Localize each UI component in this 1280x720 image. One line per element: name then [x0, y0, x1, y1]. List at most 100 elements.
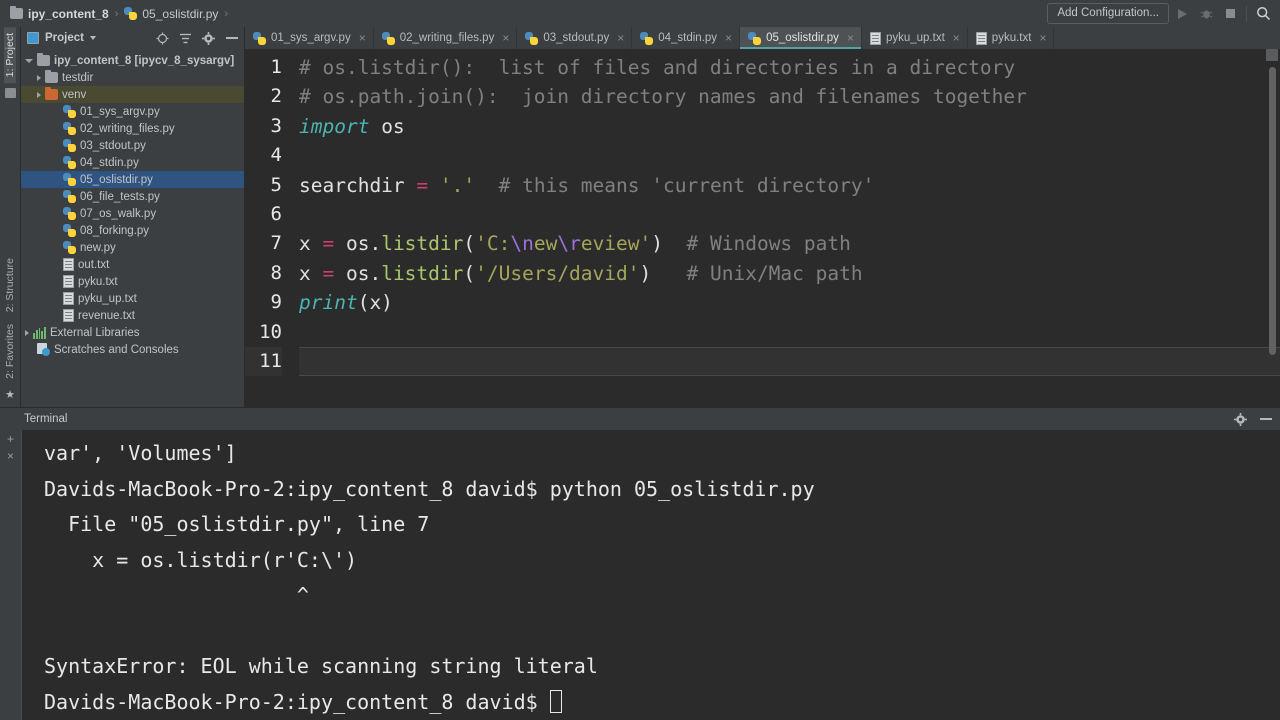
- close-terminal-button[interactable]: ×: [7, 450, 14, 462]
- line-number: 2: [270, 85, 282, 108]
- editor-area: 01_sys_argv.py × 02_writing_files.py × 03_st…: [245, 27, 1280, 407]
- code-token: ): [639, 261, 652, 285]
- tree-item-pyku-txt[interactable]: pyku.txt: [21, 273, 244, 290]
- add-configuration-button[interactable]: Add Configuration...: [1047, 3, 1169, 24]
- gear-icon[interactable]: [200, 30, 217, 47]
- code-token: listdir: [381, 261, 464, 285]
- terminal-line: SyntaxError: EOL while scanning string l…: [44, 654, 598, 678]
- code-token: ew: [533, 232, 558, 256]
- code-line[interactable]: # os.listdir(): list of files and direct…: [299, 53, 1280, 82]
- code-line[interactable]: searchdir = '.' # this means 'current di…: [299, 171, 1280, 200]
- line-number: 5: [270, 173, 282, 196]
- tree-item-label: pyku.txt: [78, 275, 118, 288]
- terminal-prompt-line[interactable]: Davids-MacBook-Pro-2:ipy_content_8 david…: [44, 685, 1280, 720]
- tree-item-04-stdin-py[interactable]: 04_stdin.py: [21, 154, 244, 171]
- close-tab-icon[interactable]: ×: [617, 32, 624, 44]
- editor-tab-label: pyku.txt: [991, 32, 1032, 44]
- code-line[interactable]: [299, 346, 1280, 377]
- code-token: 'C:: [475, 232, 511, 256]
- tree-item-new-py[interactable]: new.py: [21, 239, 244, 256]
- code-content[interactable]: # os.listdir(): list of files and direct…: [291, 49, 1280, 407]
- code-line[interactable]: x = os.listdir('/Users/david') # Unix/Ma…: [299, 259, 1280, 288]
- editor-tab-04-stdin-py[interactable]: 04_stdin.py ×: [632, 27, 741, 49]
- tree-item-06-file-tests-py[interactable]: 06_file_tests.py: [21, 188, 244, 205]
- editor-tab-03-stdout-py[interactable]: 03_stdout.py ×: [517, 27, 633, 49]
- code-token: searchdir: [299, 173, 417, 197]
- project-tree[interactable]: ipy_content_8 [ipycv_8_sysargv] testdir ve…: [21, 49, 244, 407]
- chevron-right-icon[interactable]: [37, 74, 41, 81]
- top-bar: ipy_content_8 › 05_oslistdir.py › Add Confi…: [0, 0, 1280, 27]
- line-number: 11: [245, 346, 282, 377]
- run-icon[interactable]: [1171, 3, 1193, 25]
- folder-icon: [10, 6, 23, 19]
- hide-panel-icon[interactable]: [223, 30, 240, 47]
- code-token: eview': [580, 232, 652, 256]
- text-file-icon: [63, 309, 74, 322]
- chevron-down-icon[interactable]: [25, 58, 33, 63]
- tree-item-revenue-txt[interactable]: revenue.txt: [21, 307, 244, 324]
- tree-item-08-forking-py[interactable]: 08_forking.py: [21, 222, 244, 239]
- chevron-right-icon[interactable]: [25, 329, 29, 336]
- debug-icon[interactable]: [1195, 3, 1217, 25]
- tree-item-scratches-and-consoles[interactable]: Scratches and Consoles: [21, 341, 244, 358]
- tree-item-external-libraries[interactable]: External Libraries: [21, 324, 244, 341]
- terminal-output[interactable]: var', 'Volumes'] Davids-MacBook-Pro-2:ipy…: [21, 430, 1280, 720]
- code-line[interactable]: [299, 141, 1280, 170]
- code-token: os.: [334, 232, 382, 256]
- close-tab-icon[interactable]: ×: [953, 32, 960, 44]
- tree-item-out-txt[interactable]: out.txt: [21, 256, 244, 273]
- editor-tab-label: pyku_up.txt: [885, 32, 945, 44]
- code-line[interactable]: print(x): [299, 288, 1280, 317]
- target-icon[interactable]: [154, 30, 171, 47]
- chevron-down-icon[interactable]: [90, 36, 96, 40]
- tree-item-testdir[interactable]: testdir: [21, 69, 244, 86]
- tree-item-venv[interactable]: venv: [21, 86, 244, 103]
- close-tab-icon[interactable]: ×: [359, 32, 366, 44]
- project-strip-icon: [4, 88, 16, 99]
- star-icon: ★: [5, 389, 15, 401]
- stop-icon[interactable]: [1219, 3, 1241, 25]
- project-view-icon: [27, 32, 39, 44]
- code-line[interactable]: x = os.listdir('C:\new\review') # Window…: [299, 229, 1280, 258]
- tree-item-pyku-up-txt[interactable]: pyku_up.txt: [21, 290, 244, 307]
- gear-icon[interactable]: [1232, 411, 1249, 428]
- tool-window-button-project[interactable]: 1: Project: [4, 27, 16, 84]
- code-token: =: [416, 173, 429, 197]
- chevron-right-icon[interactable]: [37, 91, 41, 98]
- breadcrumb-item-0[interactable]: ipy_content_8: [10, 6, 109, 21]
- code-line[interactable]: import os: [299, 112, 1280, 141]
- minimize-icon[interactable]: [1257, 411, 1274, 428]
- editor-tab-label: 03_stdout.py: [543, 32, 610, 44]
- code-line[interactable]: # os.path.join(): join directory names a…: [299, 82, 1280, 111]
- editor-vertical-scrollbar[interactable]: [1269, 67, 1276, 355]
- tool-window-button-favorites[interactable]: 2: Favorites: [4, 318, 16, 385]
- collapse-all-icon[interactable]: [177, 30, 194, 47]
- editor-tab-01-sys-argv-py[interactable]: 01_sys_argv.py ×: [245, 27, 374, 49]
- folder-orange-icon: [45, 87, 58, 100]
- tree-item-05-oslistdir-py[interactable]: 05_oslistdir.py: [21, 171, 244, 188]
- tree-item-07-os-walk-py[interactable]: 07_os_walk.py: [21, 205, 244, 222]
- code-line[interactable]: [299, 318, 1280, 347]
- editor-tab-05-oslistdir-py[interactable]: 05_oslistdir.py ×: [740, 27, 862, 49]
- breadcrumb-item-1[interactable]: 05_oslistdir.py: [124, 7, 218, 21]
- close-tab-icon[interactable]: ×: [1039, 32, 1046, 44]
- tree-item-02-writing-files-py[interactable]: 02_writing_files.py: [21, 120, 244, 137]
- close-tab-icon[interactable]: ×: [502, 32, 509, 44]
- code-line[interactable]: [299, 200, 1280, 229]
- tree-item-01-sys-argv-py[interactable]: 01_sys_argv.py: [21, 103, 244, 120]
- editor-tab-02-writing-files-py[interactable]: 02_writing_files.py ×: [374, 27, 518, 49]
- code-token: =: [322, 261, 335, 285]
- tree-item-03-stdout-py[interactable]: 03_stdout.py: [21, 137, 244, 154]
- close-tab-icon[interactable]: ×: [725, 32, 732, 44]
- new-terminal-button[interactable]: +: [7, 433, 14, 445]
- python-file-icon: [381, 31, 395, 45]
- tree-item-ipy-content-8-ipycv-8-sysargv-[interactable]: ipy_content_8 [ipycv_8_sysargv]: [21, 52, 244, 69]
- tool-window-button-structure[interactable]: 2: Structure: [4, 252, 16, 318]
- editor-tab-pyku-txt[interactable]: pyku.txt ×: [968, 27, 1055, 49]
- close-tab-icon[interactable]: ×: [847, 32, 854, 44]
- code-editor[interactable]: 1 2 3 4 5 6 7 8 9 10 11 # os.listdir(): list of fi…: [245, 49, 1280, 407]
- code-token: (: [463, 232, 476, 256]
- tree-item-label: External Libraries: [50, 326, 140, 339]
- search-icon[interactable]: [1252, 3, 1274, 25]
- editor-tab-pyku-up-txt[interactable]: pyku_up.txt ×: [862, 27, 968, 49]
